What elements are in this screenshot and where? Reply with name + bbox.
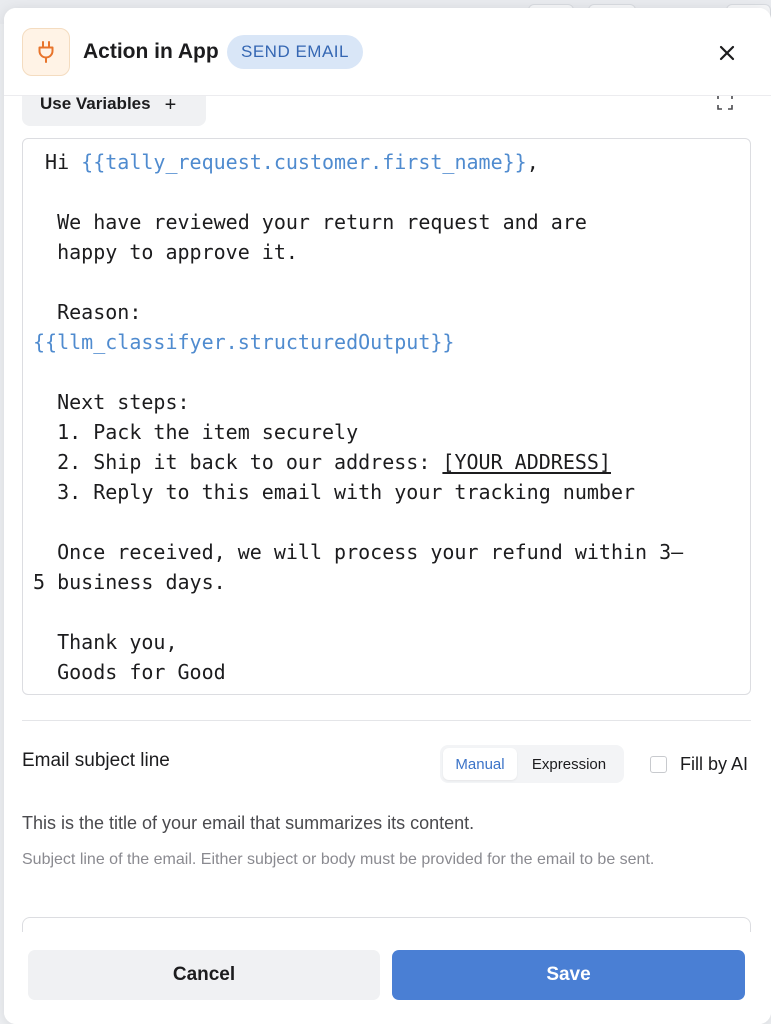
subject-mode-toggle: Manual Expression — [440, 745, 624, 783]
email-body-line: 5 business days. — [33, 567, 750, 597]
email-body-line: Next steps: — [33, 387, 750, 417]
email-body-line: Goods for Good — [33, 657, 750, 687]
email-body-line: Hi {{tally_request.customer.first_name}}… — [33, 147, 750, 177]
subject-line-label: Email subject line — [22, 750, 170, 771]
template-variable: {{llm_classifyer.structuredOutput}} — [33, 330, 455, 354]
modal-header: Action in App SEND EMAIL — [4, 8, 771, 96]
close-button[interactable] — [712, 38, 742, 68]
email-body-line: happy to approve it. — [33, 237, 750, 267]
email-body-line — [33, 507, 750, 537]
plug-icon-glyph — [38, 41, 54, 63]
email-body-line: Once received, we will process your refu… — [33, 537, 750, 567]
fill-by-ai-label: Fill by AI — [680, 754, 749, 774]
email-body-editor[interactable]: Hi {{tally_request.customer.first_name}}… — [22, 138, 751, 695]
action-modal: Action in App SEND EMAIL Use Variables +… — [4, 8, 771, 1024]
plus-icon: + — [164, 94, 177, 116]
email-body-line: We have reviewed your return request and… — [33, 207, 750, 237]
plug-icon — [22, 28, 70, 76]
email-body-text: , — [526, 150, 539, 174]
template-variable: {{tally_request.customer.first_name}} — [81, 150, 527, 174]
email-body-text: 5 business days. — [33, 570, 226, 594]
save-button[interactable]: Save — [392, 950, 745, 1000]
email-body-line — [33, 357, 750, 387]
email-body-line: 2. Ship it back to our address: [YOUR AD… — [33, 447, 750, 477]
use-variables-label: Use Variables — [40, 94, 151, 113]
expand-icon[interactable] — [717, 94, 733, 110]
action-type-badge: SEND EMAIL — [227, 35, 363, 69]
email-body-line: 3. Reply to this email with your trackin… — [33, 477, 750, 507]
email-body-text: happy to approve it. — [33, 240, 298, 264]
email-body-text: Next steps: — [33, 390, 190, 414]
email-body-text: Goods for Good — [33, 660, 226, 684]
email-body-line — [33, 177, 750, 207]
email-body-text: 3. Reply to this email with your trackin… — [33, 480, 636, 504]
email-body-text: Once received, we will process your refu… — [33, 540, 684, 564]
subject-hint: Subject line of the email. Either subjec… — [22, 851, 655, 868]
email-body-line: {{llm_classifyer.structuredOutput}} — [33, 327, 750, 357]
email-body-text: 1. Pack the item securely — [33, 420, 359, 444]
mode-expression-tab[interactable]: Expression — [517, 748, 621, 780]
address-placeholder: [YOUR ADDRESS] — [442, 450, 611, 474]
email-body-text: 2. Ship it back to our address: — [33, 450, 443, 474]
email-body-text: Hi — [33, 150, 82, 174]
subject-description: This is the title of your email that sum… — [22, 813, 475, 833]
email-body-text: We have reviewed your return request and… — [33, 210, 587, 234]
mode-manual-tab[interactable]: Manual — [443, 748, 517, 780]
close-icon — [719, 45, 735, 61]
modal-title: Action in App — [83, 40, 219, 63]
email-body-line — [33, 597, 750, 627]
email-body-line — [33, 267, 750, 297]
email-body-line: Thank you, — [33, 627, 750, 657]
cancel-button[interactable]: Cancel — [28, 950, 380, 1000]
modal-footer: Cancel Save — [4, 932, 771, 1024]
section-divider — [22, 720, 751, 721]
email-body-line: Reason: — [33, 297, 750, 327]
fill-by-ai-checkbox[interactable] — [650, 756, 667, 773]
email-body-line: 1. Pack the item securely — [33, 417, 750, 447]
email-body-text: Reason: — [33, 300, 142, 324]
email-body-text: Thank you, — [33, 630, 178, 654]
